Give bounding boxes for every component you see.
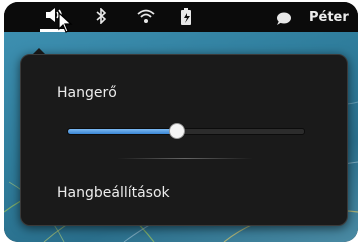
bluetooth-icon[interactable] [95,7,107,28]
user-menu[interactable]: Péter [309,10,349,25]
battery-icon[interactable] [179,7,195,31]
mouse-pointer-icon [58,11,74,38]
volume-slider-fill [68,129,177,134]
volume-menu: Hangerő Hangbeállítások [20,54,348,226]
volume-label: Hangerő [57,85,117,101]
volume-slider-handle[interactable] [168,123,185,139]
wifi-icon[interactable] [137,8,155,28]
menu-separator [117,158,253,159]
screen: Péter Hangerő Hangbeállítások [4,2,358,242]
sound-settings-item[interactable]: Hangbeállítások [57,185,170,201]
volume-slider[interactable] [67,123,305,139]
chat-icon[interactable] [276,11,292,30]
